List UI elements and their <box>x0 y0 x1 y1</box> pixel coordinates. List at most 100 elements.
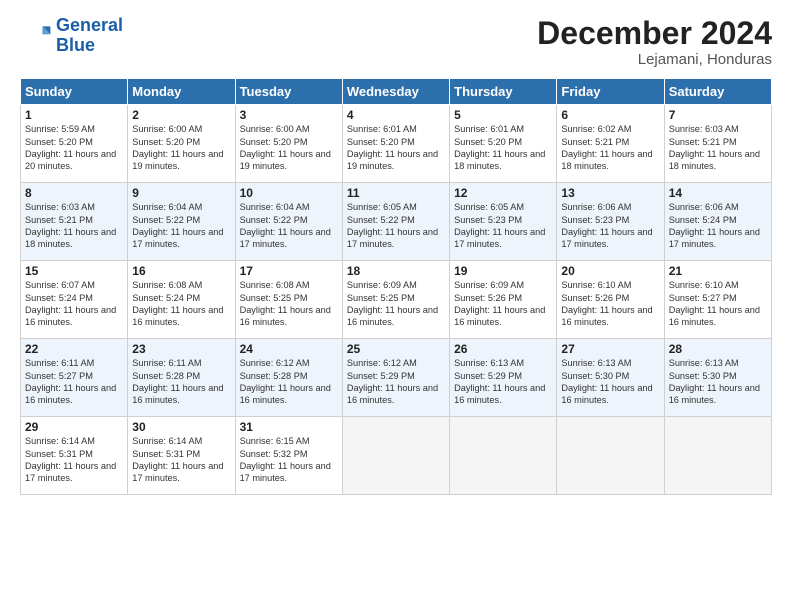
calendar-week-row: 1Sunrise: 5:59 AM Sunset: 5:20 PM Daylig… <box>21 105 772 183</box>
calendar-day-cell: 29Sunrise: 6:14 AM Sunset: 5:31 PM Dayli… <box>21 417 128 495</box>
logo-line2: Blue <box>56 36 123 56</box>
day-info: Sunrise: 6:01 AM Sunset: 5:20 PM Dayligh… <box>347 123 445 173</box>
weekday-header: Sunday <box>21 79 128 105</box>
day-number: 4 <box>347 108 445 122</box>
weekday-header: Thursday <box>450 79 557 105</box>
day-info: Sunrise: 6:00 AM Sunset: 5:20 PM Dayligh… <box>132 123 230 173</box>
day-info: Sunrise: 6:09 AM Sunset: 5:26 PM Dayligh… <box>454 279 552 329</box>
weekday-header: Friday <box>557 79 664 105</box>
calendar-day-cell: 1Sunrise: 5:59 AM Sunset: 5:20 PM Daylig… <box>21 105 128 183</box>
calendar-table: SundayMondayTuesdayWednesdayThursdayFrid… <box>20 78 772 495</box>
calendar-day-cell: 14Sunrise: 6:06 AM Sunset: 5:24 PM Dayli… <box>664 183 771 261</box>
day-number: 30 <box>132 420 230 434</box>
day-info: Sunrise: 6:06 AM Sunset: 5:24 PM Dayligh… <box>669 201 767 251</box>
day-info: Sunrise: 6:15 AM Sunset: 5:32 PM Dayligh… <box>240 435 338 485</box>
calendar-day-cell: 10Sunrise: 6:04 AM Sunset: 5:22 PM Dayli… <box>235 183 342 261</box>
day-number: 19 <box>454 264 552 278</box>
calendar-day-cell: 11Sunrise: 6:05 AM Sunset: 5:22 PM Dayli… <box>342 183 449 261</box>
calendar-day-cell: 7Sunrise: 6:03 AM Sunset: 5:21 PM Daylig… <box>664 105 771 183</box>
day-number: 24 <box>240 342 338 356</box>
day-info: Sunrise: 6:09 AM Sunset: 5:25 PM Dayligh… <box>347 279 445 329</box>
calendar-header-row: SundayMondayTuesdayWednesdayThursdayFrid… <box>21 79 772 105</box>
day-number: 20 <box>561 264 659 278</box>
day-number: 1 <box>25 108 123 122</box>
day-number: 16 <box>132 264 230 278</box>
calendar-day-cell: 6Sunrise: 6:02 AM Sunset: 5:21 PM Daylig… <box>557 105 664 183</box>
title-block: December 2024 Lejamani, Honduras <box>537 16 772 68</box>
calendar-day-cell: 18Sunrise: 6:09 AM Sunset: 5:25 PM Dayli… <box>342 261 449 339</box>
day-info: Sunrise: 6:04 AM Sunset: 5:22 PM Dayligh… <box>240 201 338 251</box>
day-info: Sunrise: 5:59 AM Sunset: 5:20 PM Dayligh… <box>25 123 123 173</box>
day-number: 25 <box>347 342 445 356</box>
day-info: Sunrise: 6:03 AM Sunset: 5:21 PM Dayligh… <box>25 201 123 251</box>
day-info: Sunrise: 6:14 AM Sunset: 5:31 PM Dayligh… <box>25 435 123 485</box>
calendar-day-cell: 27Sunrise: 6:13 AM Sunset: 5:30 PM Dayli… <box>557 339 664 417</box>
day-info: Sunrise: 6:11 AM Sunset: 5:28 PM Dayligh… <box>132 357 230 407</box>
calendar-day-cell: 22Sunrise: 6:11 AM Sunset: 5:27 PM Dayli… <box>21 339 128 417</box>
calendar-day-cell: 20Sunrise: 6:10 AM Sunset: 5:26 PM Dayli… <box>557 261 664 339</box>
day-info: Sunrise: 6:12 AM Sunset: 5:29 PM Dayligh… <box>347 357 445 407</box>
day-info: Sunrise: 6:06 AM Sunset: 5:23 PM Dayligh… <box>561 201 659 251</box>
day-info: Sunrise: 6:05 AM Sunset: 5:22 PM Dayligh… <box>347 201 445 251</box>
day-number: 27 <box>561 342 659 356</box>
weekday-header: Saturday <box>664 79 771 105</box>
calendar-day-cell: 28Sunrise: 6:13 AM Sunset: 5:30 PM Dayli… <box>664 339 771 417</box>
calendar-day-cell <box>342 417 449 495</box>
calendar-day-cell: 25Sunrise: 6:12 AM Sunset: 5:29 PM Dayli… <box>342 339 449 417</box>
calendar-day-cell: 17Sunrise: 6:08 AM Sunset: 5:25 PM Dayli… <box>235 261 342 339</box>
calendar-day-cell <box>557 417 664 495</box>
calendar-day-cell: 21Sunrise: 6:10 AM Sunset: 5:27 PM Dayli… <box>664 261 771 339</box>
day-number: 7 <box>669 108 767 122</box>
calendar-day-cell: 26Sunrise: 6:13 AM Sunset: 5:29 PM Dayli… <box>450 339 557 417</box>
weekday-header: Wednesday <box>342 79 449 105</box>
calendar-day-cell: 23Sunrise: 6:11 AM Sunset: 5:28 PM Dayli… <box>128 339 235 417</box>
logo-line1: General <box>56 16 123 36</box>
calendar-day-cell: 12Sunrise: 6:05 AM Sunset: 5:23 PM Dayli… <box>450 183 557 261</box>
day-number: 8 <box>25 186 123 200</box>
logo-icon <box>20 20 52 52</box>
day-info: Sunrise: 6:03 AM Sunset: 5:21 PM Dayligh… <box>669 123 767 173</box>
calendar-body: 1Sunrise: 5:59 AM Sunset: 5:20 PM Daylig… <box>21 105 772 495</box>
calendar-day-cell <box>664 417 771 495</box>
calendar-day-cell: 19Sunrise: 6:09 AM Sunset: 5:26 PM Dayli… <box>450 261 557 339</box>
day-number: 2 <box>132 108 230 122</box>
calendar-day-cell: 31Sunrise: 6:15 AM Sunset: 5:32 PM Dayli… <box>235 417 342 495</box>
day-info: Sunrise: 6:01 AM Sunset: 5:20 PM Dayligh… <box>454 123 552 173</box>
day-number: 6 <box>561 108 659 122</box>
day-info: Sunrise: 6:13 AM Sunset: 5:30 PM Dayligh… <box>561 357 659 407</box>
calendar-day-cell: 4Sunrise: 6:01 AM Sunset: 5:20 PM Daylig… <box>342 105 449 183</box>
weekday-header: Tuesday <box>235 79 342 105</box>
day-number: 13 <box>561 186 659 200</box>
header: General Blue December 2024 Lejamani, Hon… <box>20 16 772 68</box>
day-info: Sunrise: 6:02 AM Sunset: 5:21 PM Dayligh… <box>561 123 659 173</box>
day-info: Sunrise: 6:05 AM Sunset: 5:23 PM Dayligh… <box>454 201 552 251</box>
day-number: 28 <box>669 342 767 356</box>
page: General Blue December 2024 Lejamani, Hon… <box>0 0 792 612</box>
day-number: 11 <box>347 186 445 200</box>
calendar-day-cell: 9Sunrise: 6:04 AM Sunset: 5:22 PM Daylig… <box>128 183 235 261</box>
day-info: Sunrise: 6:08 AM Sunset: 5:25 PM Dayligh… <box>240 279 338 329</box>
day-number: 22 <box>25 342 123 356</box>
day-number: 10 <box>240 186 338 200</box>
day-info: Sunrise: 6:13 AM Sunset: 5:29 PM Dayligh… <box>454 357 552 407</box>
logo-text: General Blue <box>56 16 123 56</box>
calendar-day-cell: 15Sunrise: 6:07 AM Sunset: 5:24 PM Dayli… <box>21 261 128 339</box>
day-number: 21 <box>669 264 767 278</box>
day-number: 31 <box>240 420 338 434</box>
day-number: 18 <box>347 264 445 278</box>
day-number: 15 <box>25 264 123 278</box>
calendar-week-row: 8Sunrise: 6:03 AM Sunset: 5:21 PM Daylig… <box>21 183 772 261</box>
logo: General Blue <box>20 16 123 56</box>
day-number: 14 <box>669 186 767 200</box>
calendar-day-cell: 2Sunrise: 6:00 AM Sunset: 5:20 PM Daylig… <box>128 105 235 183</box>
day-number: 9 <box>132 186 230 200</box>
calendar-day-cell: 8Sunrise: 6:03 AM Sunset: 5:21 PM Daylig… <box>21 183 128 261</box>
calendar-day-cell: 16Sunrise: 6:08 AM Sunset: 5:24 PM Dayli… <box>128 261 235 339</box>
calendar-day-cell: 3Sunrise: 6:00 AM Sunset: 5:20 PM Daylig… <box>235 105 342 183</box>
month-title: December 2024 <box>537 16 772 51</box>
day-number: 12 <box>454 186 552 200</box>
calendar-day-cell <box>450 417 557 495</box>
day-info: Sunrise: 6:11 AM Sunset: 5:27 PM Dayligh… <box>25 357 123 407</box>
calendar-week-row: 15Sunrise: 6:07 AM Sunset: 5:24 PM Dayli… <box>21 261 772 339</box>
day-info: Sunrise: 6:07 AM Sunset: 5:24 PM Dayligh… <box>25 279 123 329</box>
